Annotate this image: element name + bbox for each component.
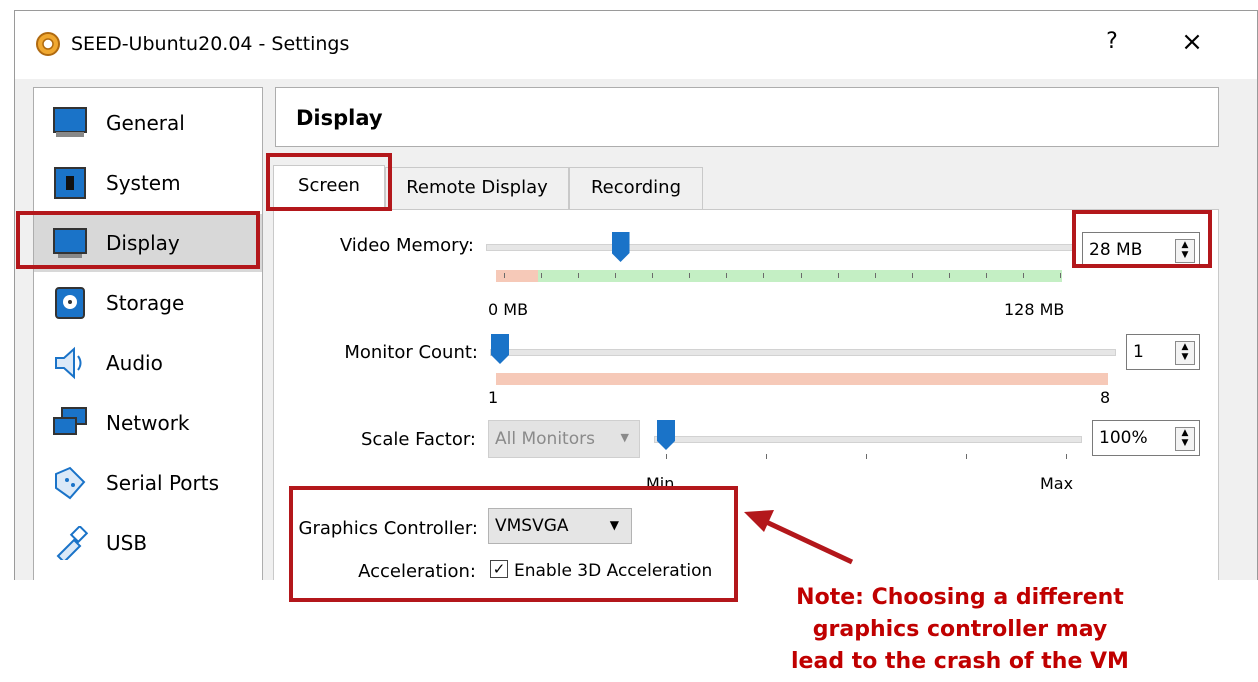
sidebar-item-network[interactable]: Network (34, 394, 262, 452)
video-memory-low-range (496, 270, 538, 282)
scale-factor-slider-handle[interactable] (657, 420, 675, 450)
slider-tick (985, 273, 987, 278)
tab-remote-display[interactable]: Remote Display (385, 167, 569, 209)
scale-factor-max-label: Max (1040, 474, 1074, 493)
monitor-count-slider[interactable] (490, 349, 1116, 356)
sidebar-item-label: General (106, 111, 185, 135)
slider-tick (689, 273, 691, 278)
slider-tick (1060, 273, 1061, 278)
scale-factor-value: 100% (1099, 428, 1148, 448)
video-memory-max-label: 128 MB (1004, 300, 1065, 319)
annotation-note-line: graphics controller may (812, 617, 1108, 642)
scale-monitor-select: All Monitors ▼ (488, 420, 640, 458)
usb-icon (56, 526, 88, 560)
scale-factor-spinbox[interactable]: 100% ▲ ▼ (1092, 420, 1200, 456)
slider-tick (578, 273, 580, 278)
network-icon (53, 407, 87, 435)
general-icon (53, 107, 87, 137)
slider-tick (652, 273, 654, 278)
monitor-count-range (496, 373, 1108, 385)
video-memory-slider-handle[interactable] (611, 232, 630, 262)
scale-factor-label: Scale Factor: (361, 429, 476, 450)
monitor-count-slider-handle[interactable] (491, 334, 509, 364)
highlight-graphics-controller (289, 486, 738, 602)
annotation-note-line: lead to the crash of the VM (791, 649, 1129, 674)
annotation-note-line: Note: Choosing a different (796, 585, 1124, 610)
annotation-arrow-icon (744, 510, 854, 565)
tab-recording[interactable]: Recording (569, 167, 703, 209)
video-memory-min-label: 0 MB (488, 300, 529, 319)
system-icon (54, 167, 86, 199)
sidebar-item-storage[interactable]: Storage (34, 274, 262, 332)
slider-tick (874, 273, 876, 278)
sidebar-item-serial-ports[interactable]: Serial Ports (34, 454, 262, 512)
sidebar-item-audio[interactable]: Audio (34, 334, 262, 392)
slider-tick (966, 454, 967, 459)
spin-arrows-icon[interactable]: ▲ ▼ (1175, 341, 1195, 365)
slider-tick (1066, 454, 1067, 459)
sidebar-item-label: Audio (106, 351, 163, 375)
scale-factor-slider[interactable] (654, 436, 1082, 443)
sidebar-item-usb[interactable]: USB (34, 514, 262, 572)
slider-tick (911, 273, 913, 278)
slider-tick (837, 273, 839, 278)
serial-ports-icon (55, 466, 86, 500)
highlight-screen-tab (266, 153, 392, 211)
chevron-down-icon: ▼ (620, 431, 629, 444)
video-memory-slider[interactable] (486, 244, 1074, 251)
settings-sidebar: General System Display Storage Audio Net… (33, 87, 263, 580)
slider-tick (1022, 273, 1024, 278)
audio-icon (55, 346, 82, 380)
sidebar-item-label: USB (106, 531, 148, 555)
sidebar-item-system[interactable]: System (34, 154, 262, 212)
annotation-note: Note: Choosing a different graphics cont… (770, 582, 1150, 678)
section-title: Display (296, 106, 383, 130)
scale-monitor-select-value: All Monitors (495, 429, 595, 449)
highlight-display-item (16, 211, 260, 269)
sidebar-item-general[interactable]: General (34, 94, 262, 152)
slider-tick (763, 273, 765, 278)
monitor-count-max-label: 8 (1100, 388, 1111, 407)
sidebar-item-label: System (106, 171, 181, 195)
monitor-count-min-label: 1 (488, 388, 499, 407)
help-button[interactable]: ? (1097, 29, 1127, 54)
title-bar: SEED-Ubuntu20.04 - Settings ? × (15, 11, 1257, 79)
slider-tick (615, 273, 617, 278)
window-title: SEED-Ubuntu20.04 - Settings (71, 33, 350, 55)
storage-icon (55, 287, 85, 319)
sidebar-item-label: Network (106, 411, 190, 435)
slider-tick (866, 454, 867, 459)
close-button[interactable]: × (1175, 27, 1209, 57)
monitor-count-value: 1 (1133, 342, 1144, 362)
slider-tick (541, 273, 543, 278)
sidebar-item-label: Storage (106, 291, 185, 315)
monitor-count-spinbox[interactable]: 1 ▲ ▼ (1126, 334, 1200, 370)
slider-tick (666, 454, 667, 459)
slider-tick (800, 273, 802, 278)
virtualbox-app-icon (36, 32, 60, 56)
spin-arrows-icon[interactable]: ▲ ▼ (1175, 427, 1195, 451)
section-header: Display (275, 87, 1219, 147)
slider-tick (948, 273, 950, 278)
slider-tick (726, 273, 728, 278)
slider-tick (766, 454, 767, 459)
highlight-video-memory (1072, 210, 1212, 268)
sidebar-item-label: Serial Ports (106, 471, 220, 495)
video-memory-label: Video Memory: (339, 235, 474, 256)
slider-tick (504, 273, 505, 278)
monitor-count-label: Monitor Count: (344, 342, 478, 363)
